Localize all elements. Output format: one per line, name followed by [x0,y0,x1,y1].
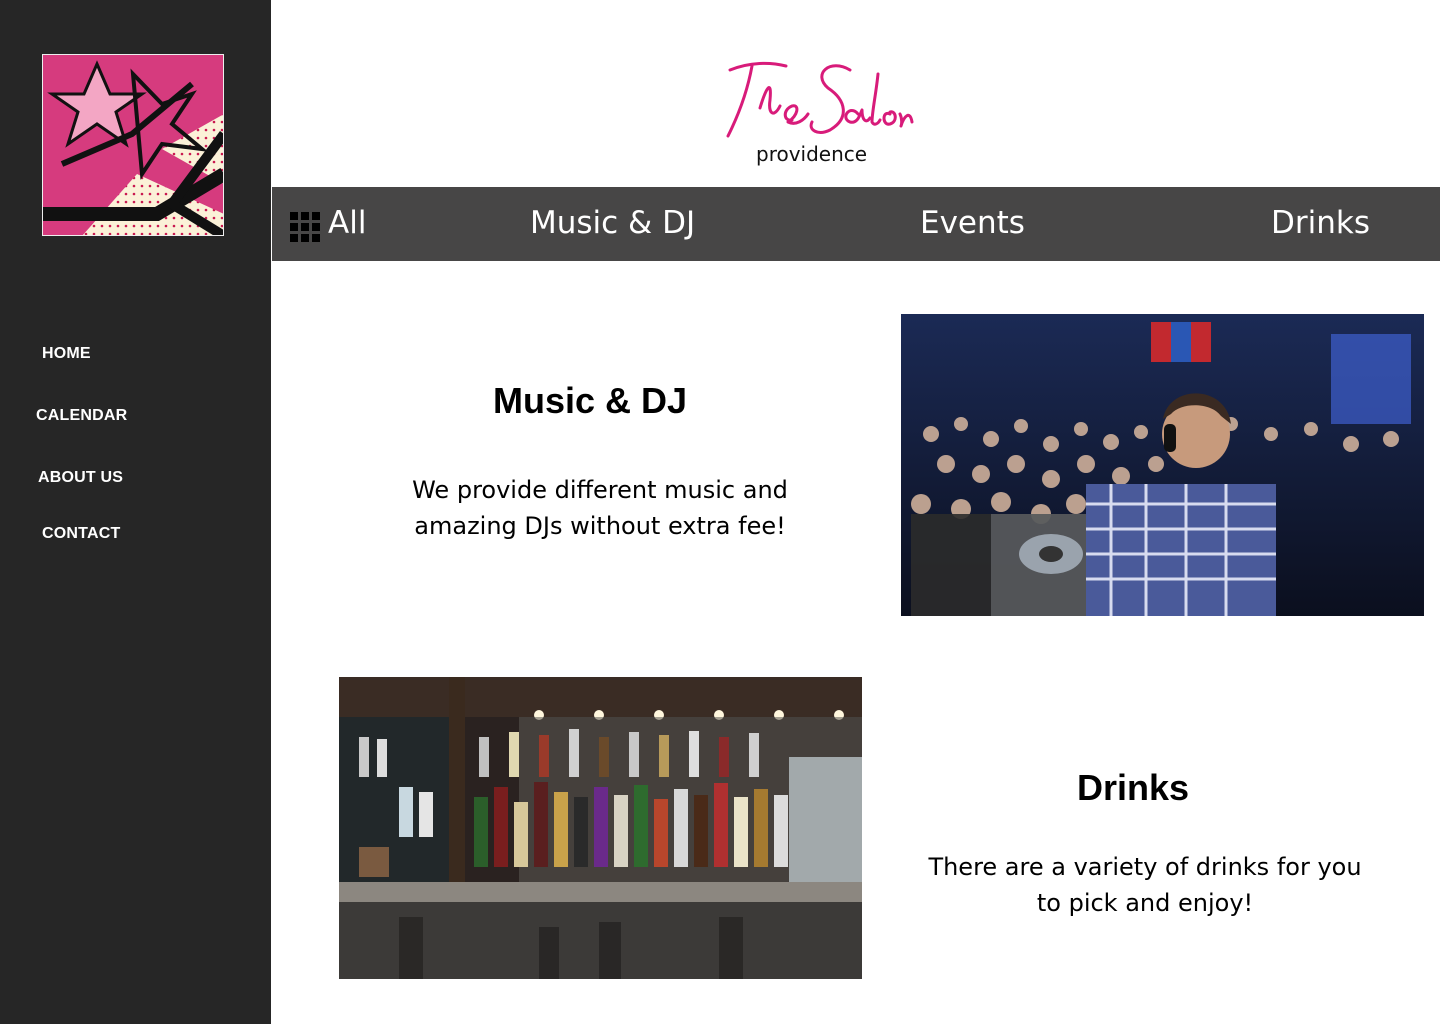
nav-about-us[interactable]: ABOUT US [38,469,123,487]
bar-bottles-illustration [339,677,862,979]
drinks-description: There are a variety of drinks for you to… [900,849,1390,921]
nav-contact[interactable]: CONTACT [42,525,120,543]
nav-home[interactable]: HOME [42,345,91,363]
salon-logo-artwork [42,54,224,236]
drinks-title: Drinks [1076,767,1190,808]
category-filter-bar: All Music & DJ Events Drinks [272,187,1440,261]
music-dj-title: Music & DJ [492,380,688,421]
salon-logo-image[interactable] [42,54,224,236]
grid-icon[interactable] [290,212,320,242]
music-dj-description-line-1: We provide different music and [412,476,788,504]
filter-all[interactable]: All [328,205,366,241]
brand-script-logo [726,61,914,138]
dj-crowd-illustration [901,314,1424,616]
nav-calendar[interactable]: CALENDAR [36,407,127,425]
brand-subtitle: providence [756,142,868,166]
music-dj-description: We provide different music and amazing D… [350,472,850,544]
drinks-description-line-1: There are a variety of drinks for you [928,853,1362,881]
filter-events[interactable]: Events [920,205,1025,241]
music-dj-description-line-2: amazing DJs without extra fee! [414,512,786,540]
sidebar: HOME CALENDAR ABOUT US CONTACT [0,0,271,1024]
filter-drinks[interactable]: Drinks [1271,205,1370,241]
filter-music-dj[interactable]: Music & DJ [530,205,695,241]
bar-drinks-photo [339,677,862,979]
drinks-description-line-2: to pick and enjoy! [1036,889,1254,917]
dj-crowd-photo [901,314,1424,616]
